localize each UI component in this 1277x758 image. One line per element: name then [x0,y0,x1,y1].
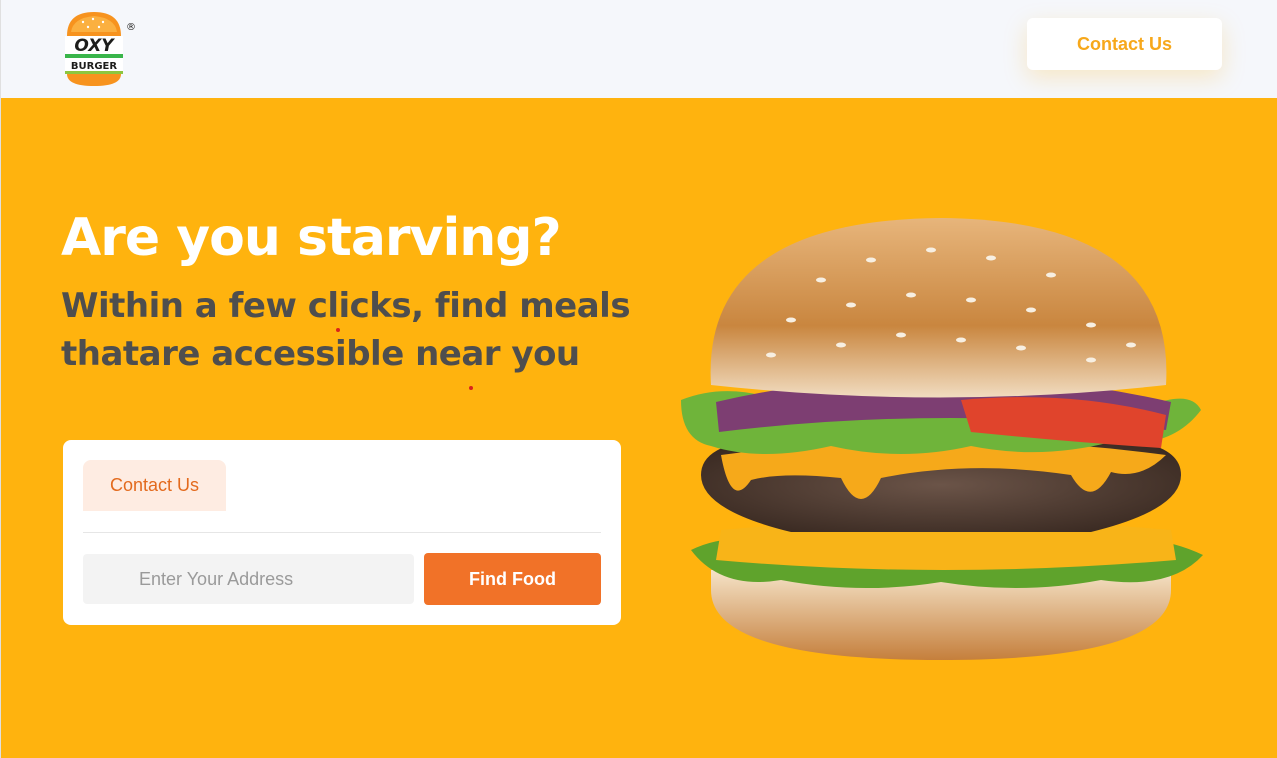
site-header: OXY BURGER ® Contact Us [1,0,1277,98]
hero-headline: Are you starving? [61,208,562,268]
search-card: Contact Us Find Food [63,440,621,625]
burger-image [681,218,1203,660]
find-food-button[interactable]: Find Food [424,553,601,605]
svg-text:®: ® [126,22,136,33]
svg-text:BURGER: BURGER [71,61,117,72]
contact-us-tab[interactable]: Contact Us [83,460,226,511]
oxy-burger-logo[interactable]: OXY BURGER ® [61,10,139,90]
card-divider [83,532,601,533]
decorative-dot [336,328,340,332]
hero-subline: Within a few clicks, find meals thatare … [61,286,631,374]
svg-text:OXY: OXY [74,36,115,56]
decorative-dot [469,386,473,390]
page: OXY BURGER ® Contact Us Are you starving… [0,0,1277,758]
address-input[interactable] [83,554,414,604]
header-contact-us-button[interactable]: Contact Us [1027,18,1222,70]
